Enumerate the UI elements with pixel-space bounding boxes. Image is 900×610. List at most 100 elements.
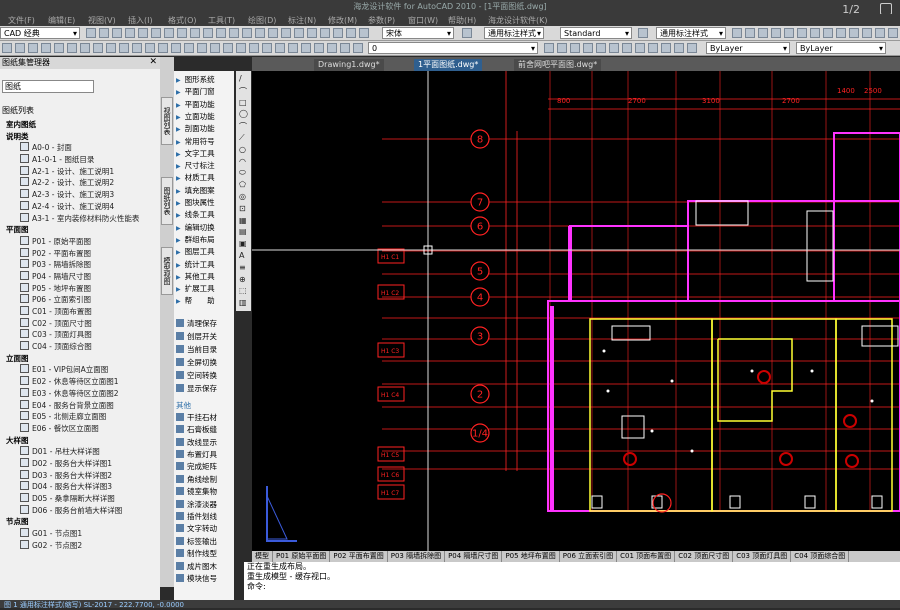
toolbar-button-icon[interactable] <box>648 43 658 53</box>
tree-group[interactable]: 说明类 <box>0 131 158 143</box>
toolbar-button-icon[interactable] <box>314 43 324 53</box>
menu-item[interactable]: 工具(T) <box>208 15 235 26</box>
toolbar-button-icon[interactable] <box>353 43 363 53</box>
tree-group[interactable]: 节点图 <box>0 516 158 528</box>
toolbar-button-icon[interactable] <box>132 43 142 53</box>
document-tab[interactable]: 1平面图纸.dwg* <box>414 59 483 71</box>
toolbar-button-icon[interactable] <box>119 43 129 53</box>
toolbar-button-icon[interactable] <box>327 43 337 53</box>
sheet-item[interactable]: P02 - 平面布置图 <box>0 248 158 260</box>
toolbar-button-icon[interactable] <box>93 43 103 53</box>
tool-command[interactable]: 创层开关 <box>176 331 234 342</box>
tool-command[interactable]: 全屏切换 <box>176 357 234 368</box>
menu-item[interactable]: 绘图(D) <box>248 15 276 26</box>
tool-command[interactable]: 布置灯具 <box>176 449 234 460</box>
vertical-tab[interactable]: 视图列表 <box>161 97 173 145</box>
draw-tool-icon[interactable]: A <box>239 251 244 260</box>
sheet-item[interactable]: E01 - VIP包间A立面图 <box>0 364 158 376</box>
toolbar-button-icon[interactable] <box>28 43 38 53</box>
sheet-item[interactable]: D01 - 吊柱大样详图 <box>0 446 158 458</box>
toolbar-button-icon[interactable] <box>236 43 246 53</box>
draw-tool-icon[interactable]: ▤ <box>239 227 247 236</box>
toolbar-button-icon[interactable] <box>359 28 369 38</box>
toolbar-button-icon[interactable] <box>171 43 181 53</box>
toolbar-button-icon[interactable] <box>268 28 278 38</box>
sheet-set-select[interactable]: 图纸 <box>2 80 94 93</box>
linetype-select[interactable]: ByLayer <box>796 42 886 54</box>
layout-tab[interactable]: P02 平面布置图 <box>330 551 388 562</box>
toolbar-button-icon[interactable] <box>15 43 25 53</box>
sheet-item[interactable]: D05 - 桑拿隔断大样详图 <box>0 493 158 505</box>
toolbar-button-icon[interactable] <box>732 28 742 38</box>
sheet-item[interactable]: A2-4 - 设计、施工说明4 <box>0 201 158 213</box>
toolbar-button-icon[interactable] <box>2 43 12 53</box>
toolbar-button-icon[interactable] <box>184 43 194 53</box>
menu-item[interactable]: 编辑(E) <box>48 15 75 26</box>
tool-command[interactable]: 文字转动 <box>176 523 234 534</box>
toolbar-button-icon[interactable] <box>86 28 96 38</box>
tool-category[interactable]: 立面功能 <box>176 111 234 122</box>
toolbar-button-icon[interactable] <box>823 28 833 38</box>
toolbar-button-icon[interactable] <box>112 28 122 38</box>
tool-command[interactable]: 成片图木 <box>176 561 234 572</box>
toolbar-button-icon[interactable] <box>145 43 155 53</box>
toolbar-button-icon[interactable] <box>849 28 859 38</box>
tool-command[interactable]: 干挂石材 <box>176 412 234 423</box>
toolbar-button-icon[interactable] <box>203 28 213 38</box>
draw-tool-icon[interactable]: ⌒ <box>239 86 247 97</box>
tool-category[interactable]: 帮 助 <box>176 295 234 306</box>
toolbar-button-icon[interactable] <box>570 43 580 53</box>
sheet-item[interactable]: G02 - 节点图2 <box>0 540 158 552</box>
menu-item[interactable]: 插入(I) <box>128 15 153 26</box>
vertical-tab[interactable]: 图纸列表 <box>161 177 173 225</box>
layout-tab[interactable]: 模型 <box>252 551 273 562</box>
tool-command[interactable]: 当前目录 <box>176 344 234 355</box>
tool-command[interactable]: 显示保存 <box>176 383 234 394</box>
tool-command[interactable]: 涂漆淡器 <box>176 499 234 510</box>
toolbar-button-icon[interactable] <box>164 28 174 38</box>
tool-category[interactable]: 填充图案 <box>176 185 234 196</box>
draw-tool-icon[interactable]: ⬠ <box>239 180 246 189</box>
sheet-item[interactable]: D04 - 服务台大样详图3 <box>0 481 158 493</box>
tool-command[interactable]: 空间转换 <box>176 370 234 381</box>
toolbar-button-icon[interactable] <box>745 28 755 38</box>
toolbar-button-icon[interactable] <box>771 28 781 38</box>
sheet-item[interactable]: P03 - 隔墙拆除图 <box>0 259 158 271</box>
tool-category[interactable]: 平面功能 <box>176 99 234 110</box>
toolbar-button-icon[interactable] <box>888 28 898 38</box>
toolbar-button-icon[interactable] <box>583 43 593 53</box>
tool-command[interactable]: 完成矩阵 <box>176 461 234 472</box>
toolbar-button-icon[interactable] <box>622 43 632 53</box>
toolbar-button-icon[interactable] <box>262 43 272 53</box>
vertical-tab[interactable]: 模型视图 <box>161 247 173 295</box>
menu-item[interactable]: 文件(F) <box>8 15 35 26</box>
tool-category[interactable]: 尺寸标注 <box>176 160 234 171</box>
sheet-item[interactable]: P06 - 立面索引图 <box>0 294 158 306</box>
toolbar-button-icon[interactable] <box>674 43 684 53</box>
sheet-item[interactable]: G01 - 节点图1 <box>0 528 158 540</box>
toolbar-button-icon[interactable] <box>346 28 356 38</box>
toolbar-button-icon[interactable] <box>99 28 109 38</box>
sheet-item[interactable]: E05 - 北侧走廊立面图 <box>0 411 158 423</box>
tool-category[interactable]: 文字工具 <box>176 148 234 159</box>
toolbar-button-icon[interactable] <box>758 28 768 38</box>
toolbar-button-icon[interactable] <box>609 43 619 53</box>
layout-tab[interactable]: C03 顶面灯具图 <box>733 551 792 562</box>
toolbar-button-icon[interactable] <box>229 28 239 38</box>
menu-item[interactable]: 格式(O) <box>168 15 197 26</box>
layout-tab[interactable]: C04 顶面综合图 <box>791 551 850 562</box>
draw-tool-icon[interactable]: ○ <box>239 145 246 154</box>
menu-item[interactable]: 标注(N) <box>288 15 316 26</box>
menu-item[interactable]: 帮助(H) <box>448 15 476 26</box>
tool-command[interactable]: 角线绘制 <box>176 474 234 485</box>
sheet-item[interactable]: C02 - 顶面尺寸图 <box>0 318 158 330</box>
tool-command[interactable]: 插件划线 <box>176 511 234 522</box>
multileader-style-select[interactable]: 通用标注样式 <box>656 27 726 39</box>
menu-item[interactable]: 海龙设计软件(K) <box>488 15 548 26</box>
toolbar-button-icon[interactable] <box>596 43 606 53</box>
tree-group[interactable]: 立面图 <box>0 353 158 365</box>
draw-tool-icon[interactable]: ⬚ <box>239 286 247 295</box>
toolbar-button-icon[interactable] <box>836 28 846 38</box>
toolbar-button-icon[interactable] <box>197 43 207 53</box>
sheet-item[interactable]: A2-3 - 设计、施工说明3 <box>0 189 158 201</box>
